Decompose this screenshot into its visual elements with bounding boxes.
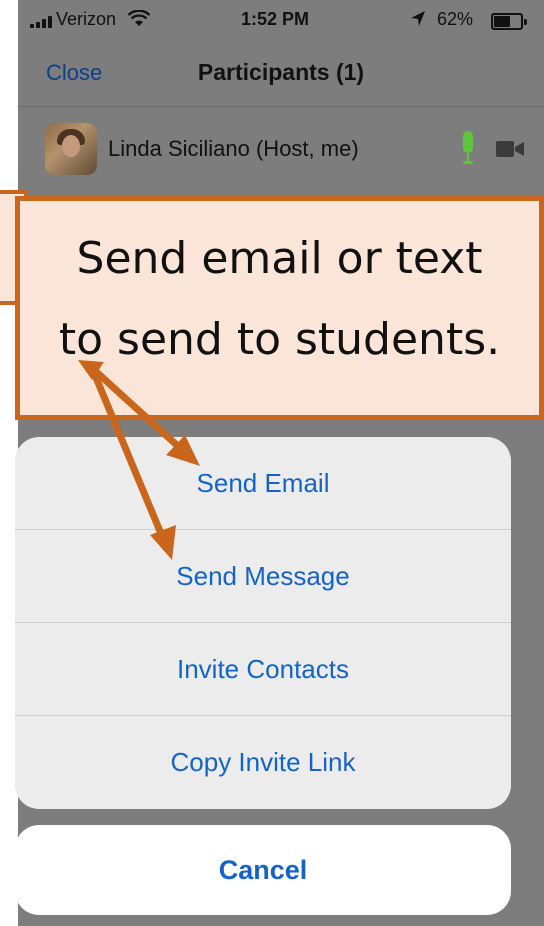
navigation-bar: Close Participants (1)	[18, 40, 544, 107]
microphone-icon[interactable]	[460, 131, 476, 165]
copy-invite-link-button[interactable]: Copy Invite Link	[15, 716, 511, 808]
carrier-label: Verizon	[56, 9, 117, 29]
invite-contacts-button[interactable]: Invite Contacts	[15, 623, 511, 715]
invite-action-sheet: Send Email Send Message Invite Contacts …	[15, 437, 511, 809]
participant-name: Linda Siciliano (Host, me)	[108, 136, 359, 161]
avatar	[45, 123, 97, 175]
participant-row[interactable]: Linda Siciliano (Host, me)	[18, 107, 544, 198]
send-message-button[interactable]: Send Message	[15, 530, 511, 622]
location-icon	[411, 11, 425, 26]
battery-percentage: 62%	[437, 9, 474, 29]
send-email-button[interactable]: Send Email	[15, 437, 511, 529]
callout-text-line1: Send email or text	[76, 233, 483, 284]
page-title: Participants (1)	[197, 59, 365, 85]
status-time: 1:52 PM	[241, 9, 310, 29]
cancel-button[interactable]: Cancel	[15, 825, 511, 915]
annotation-callout: Send email or text to send to students.	[15, 196, 544, 420]
wifi-icon	[128, 10, 150, 26]
video-camera-icon[interactable]	[496, 141, 524, 157]
callout-text-line2: to send to students.	[58, 314, 501, 365]
status-bar: Verizon 1:52 PM 62%	[18, 0, 544, 40]
battery-icon	[491, 13, 527, 30]
